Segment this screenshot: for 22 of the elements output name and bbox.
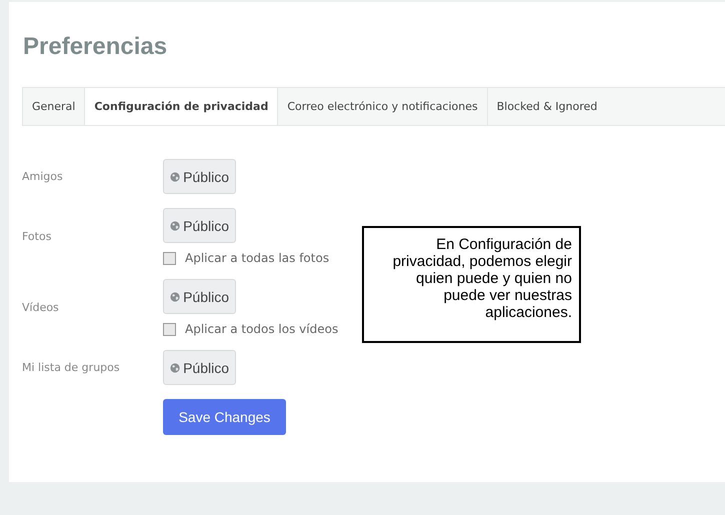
setting-label: Vídeos [22, 301, 59, 314]
checkbox[interactable] [163, 322, 176, 336]
globe-icon [170, 170, 180, 182]
callout-note: En Configuración de privacidad, podemos elegir quien puede y quien no puede ver nuestras aplicaciones. [362, 226, 581, 343]
privacy-button[interactable]: Público [163, 350, 236, 385]
setting-label: Fotos [22, 230, 52, 243]
tab[interactable]: Correo electrónico y notificaciones [278, 88, 488, 125]
privacy-button[interactable]: Público [163, 159, 236, 194]
checkbox-label: Aplicar a todos los vídeos [185, 322, 338, 336]
tab[interactable]: Configuración de privacidad [85, 88, 278, 125]
save-button[interactable]: Save Changes [163, 399, 286, 435]
globe-icon [170, 220, 180, 232]
checkbox[interactable] [163, 252, 176, 264]
page-title: Preferencias [23, 32, 168, 62]
checkbox-label: Aplicar a todas las fotos [185, 251, 330, 265]
tab[interactable]: Blocked & Ignored [488, 88, 606, 125]
setting-label: Amigos [22, 170, 63, 183]
privacy-button[interactable]: Público [163, 279, 236, 314]
globe-icon [170, 362, 180, 374]
globe-icon [170, 290, 180, 302]
setting-label: Mi lista de grupos [22, 361, 120, 374]
privacy-button[interactable]: Público [163, 208, 236, 243]
